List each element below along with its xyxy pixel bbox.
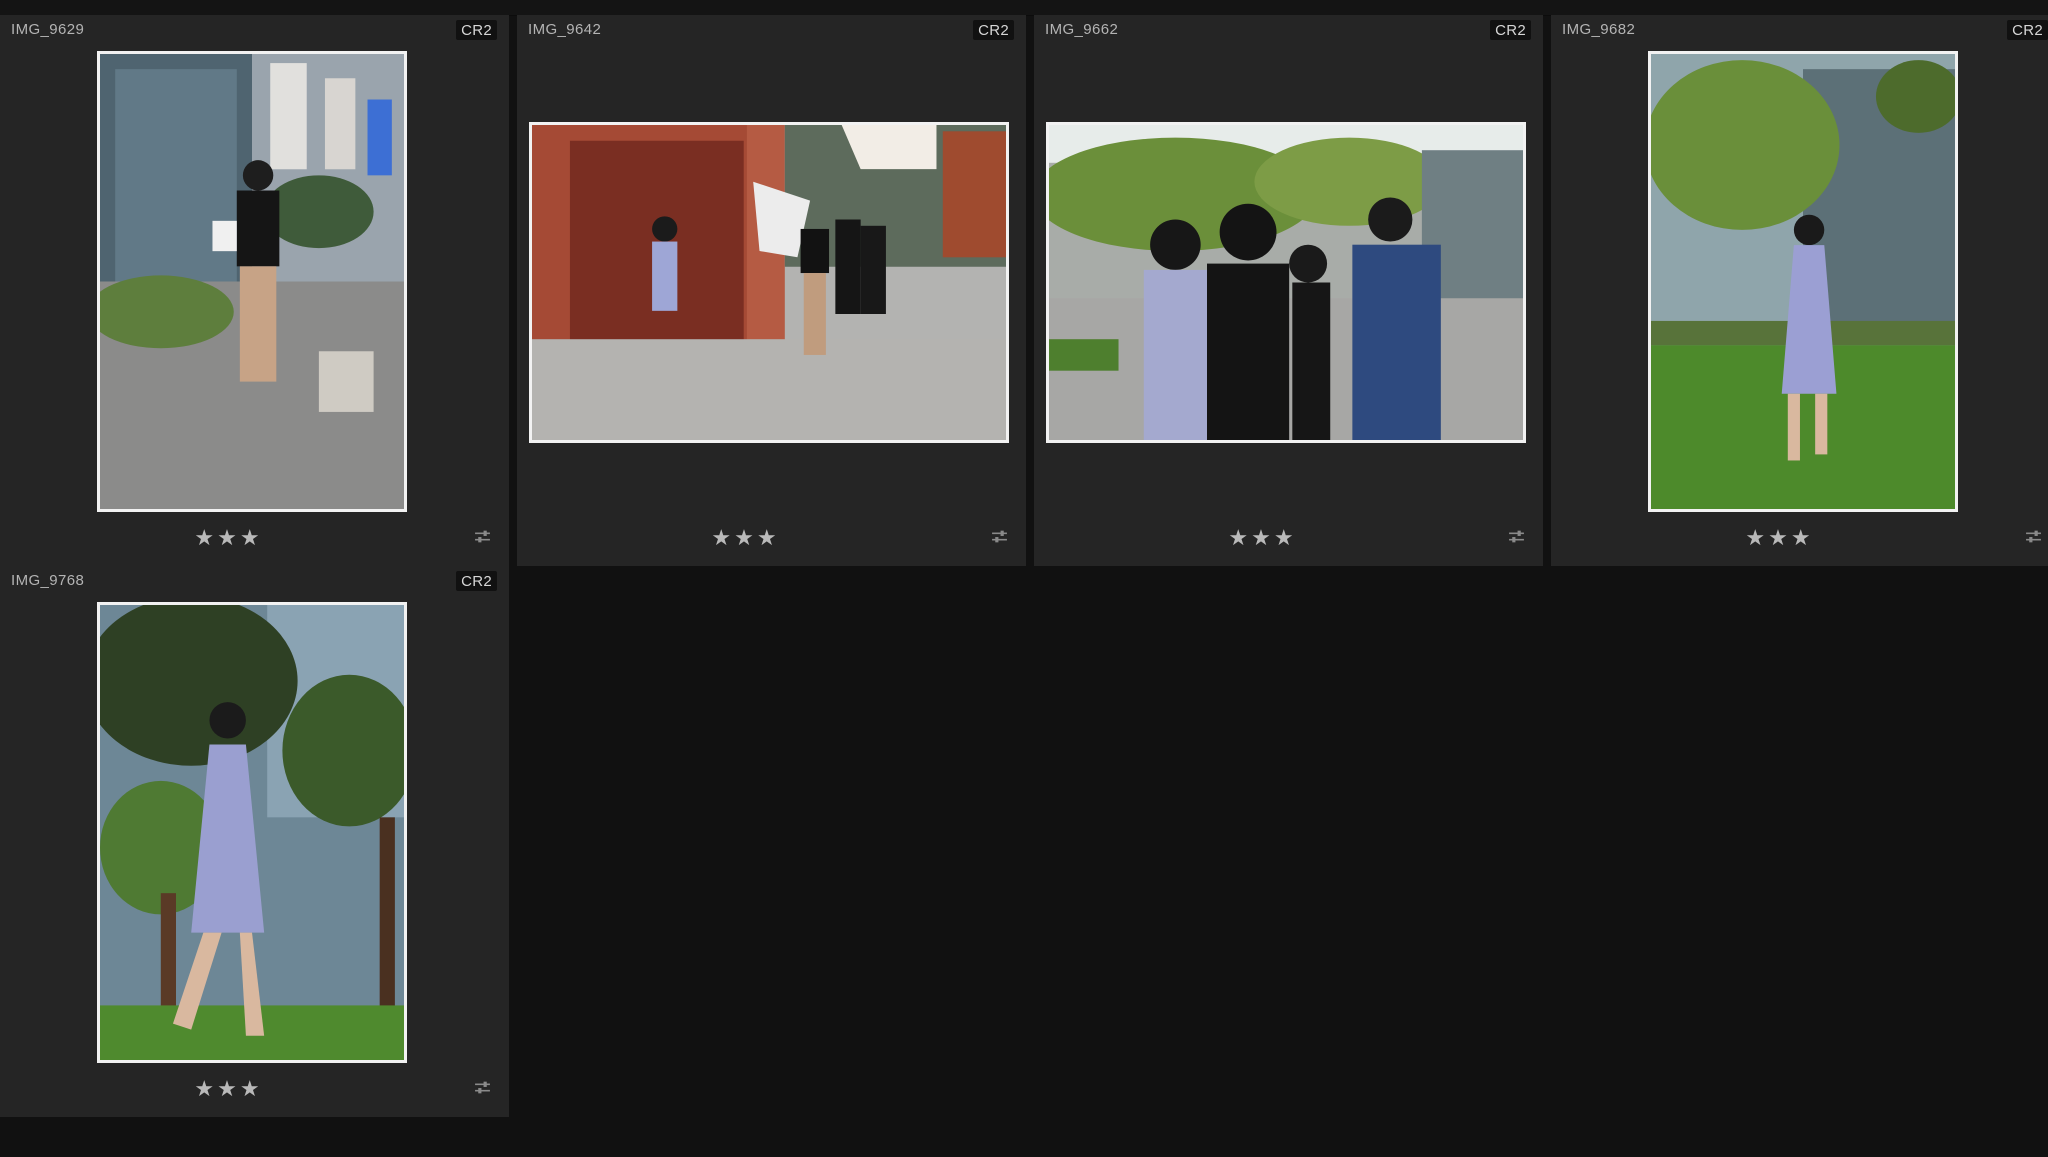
photo-thumbnail[interactable]	[97, 51, 407, 512]
star-rating[interactable]: ★★★	[0, 525, 457, 551]
file-type-badge: CR2	[456, 571, 497, 591]
sliders-icon[interactable]	[2025, 528, 2042, 545]
filename-label: IMG_9768	[11, 572, 85, 589]
photo-thumbnail[interactable]	[1046, 122, 1526, 443]
filename-label: IMG_9662	[1045, 21, 1119, 38]
top-strip	[0, 0, 2048, 16]
filename-label: IMG_9642	[528, 21, 602, 38]
photo-grid: IMG_9629 CR2 ★★★ IMG_9642 CR2 ★★★ IMG_96…	[0, 15, 2048, 1157]
grid-cell[interactable]: IMG_9768 CR2 ★★★	[0, 566, 509, 1117]
grid-cell[interactable]: IMG_9682 CR2 ★★★	[1551, 15, 2048, 566]
star-rating[interactable]: ★★★	[1034, 525, 1491, 551]
filename-label: IMG_9629	[11, 21, 85, 38]
sliders-icon[interactable]	[1508, 528, 1525, 545]
grid-cell[interactable]: IMG_9642 CR2 ★★★	[517, 15, 1026, 566]
photo-thumbnail[interactable]	[1648, 51, 1958, 512]
file-type-badge: CR2	[1490, 20, 1531, 40]
file-type-badge: CR2	[2007, 20, 2048, 40]
sliders-icon[interactable]	[474, 528, 491, 545]
star-rating[interactable]: ★★★	[517, 525, 974, 551]
grid-cell[interactable]: IMG_9662 CR2 ★★★	[1034, 15, 1543, 566]
photo-thumbnail[interactable]	[529, 122, 1009, 443]
star-rating[interactable]: ★★★	[0, 1076, 457, 1102]
sliders-icon[interactable]	[474, 1079, 491, 1096]
star-rating[interactable]: ★★★	[1551, 525, 2008, 551]
filename-label: IMG_9682	[1562, 21, 1636, 38]
photo-thumbnail[interactable]	[97, 602, 407, 1063]
file-type-badge: CR2	[456, 20, 497, 40]
sliders-icon[interactable]	[991, 528, 1008, 545]
file-type-badge: CR2	[973, 20, 1014, 40]
grid-cell[interactable]: IMG_9629 CR2 ★★★	[0, 15, 509, 566]
